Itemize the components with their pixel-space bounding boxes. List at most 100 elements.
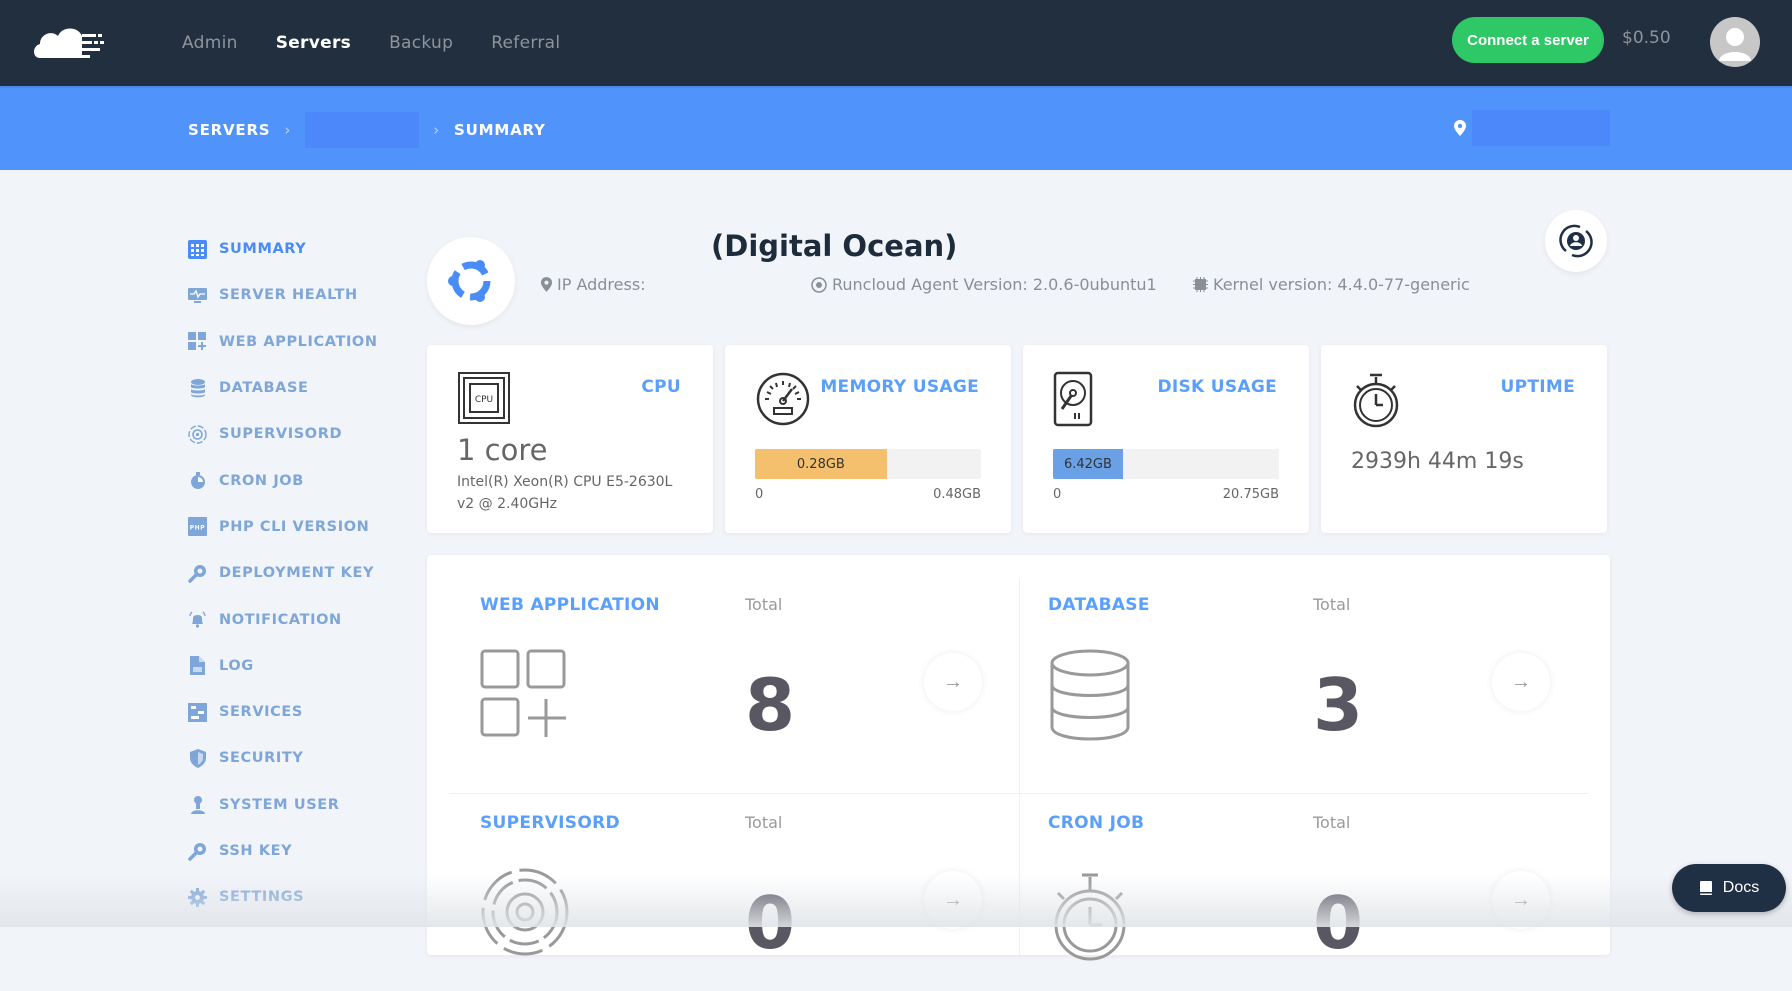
docs-button[interactable]: Docs — [1672, 864, 1786, 912]
sidebar-item-label: LOG — [219, 657, 254, 674]
memory-max: 0.48GB — [933, 487, 981, 502]
web-application-title: WEB APPLICATION — [480, 595, 660, 615]
sidebar-item-label: SUMMARY — [219, 241, 307, 258]
svg-text:PHP: PHP — [190, 525, 206, 532]
connect-server-button[interactable]: Connect a server — [1452, 17, 1604, 63]
sidebar-item-summary[interactable]: SUMMARY — [188, 226, 408, 272]
user-avatar[interactable] — [1710, 17, 1760, 67]
arrow-right-icon: → — [1511, 888, 1531, 911]
main-nav: Admin Servers Backup Referral — [182, 0, 560, 86]
server-summary-main: (Digital Ocean) IP Address: Runcloud Age… — [427, 205, 1610, 965]
database-icon — [1050, 649, 1130, 741]
key-icon — [188, 564, 207, 583]
disk-min: 0 — [1053, 487, 1062, 502]
server-sidebar: SUMMARY SERVER HEALTH WEB APPLICATION DA… — [188, 226, 408, 920]
database-count: 3 — [1313, 663, 1364, 747]
monitor-pulse-icon — [188, 286, 207, 305]
nav-servers[interactable]: Servers — [276, 33, 351, 53]
breadcrumb: SERVERS › › SUMMARY — [188, 88, 546, 172]
location-pin-icon — [541, 277, 552, 292]
breadcrumb-summary: SUMMARY — [454, 121, 546, 139]
sidebar-item-log[interactable]: LOG — [188, 643, 408, 689]
arrow-right-icon: → — [1511, 670, 1531, 693]
disk-usage-bar: 6.42GB — [1053, 449, 1279, 479]
ubuntu-logo — [427, 237, 515, 325]
arrow-right-icon: → — [943, 670, 963, 693]
resource-summary-panel: WEB APPLICATION Total 8 → DATABASE Total… — [427, 555, 1610, 965]
sidebar-item-settings[interactable]: SETTINGS — [188, 874, 408, 920]
server-header: (Digital Ocean) IP Address: Runcloud Age… — [427, 205, 1610, 340]
breadcrumb-separator: › — [284, 121, 292, 139]
gear-icon — [188, 887, 207, 907]
total-label: Total — [1313, 595, 1351, 614]
nav-admin[interactable]: Admin — [182, 33, 238, 53]
sidebar-item-supervisord[interactable]: SUPERVISORD — [188, 411, 408, 457]
arrow-right-icon: → — [943, 888, 963, 911]
sidebar-item-label: DEPLOYMENT KEY — [219, 565, 375, 582]
sidebar-item-security[interactable]: SECURITY — [188, 735, 408, 781]
summary-grid-icon — [188, 239, 207, 259]
location-pin-icon — [1454, 120, 1466, 136]
chip-icon — [1193, 277, 1208, 292]
sidebar-item-server-health[interactable]: SERVER HEALTH — [188, 272, 408, 318]
total-label: Total — [745, 813, 783, 832]
sidebar-item-cron-job[interactable]: CRON JOB — [188, 457, 408, 503]
supervisord-go-button[interactable]: → — [924, 871, 982, 929]
breadcrumb-servers[interactable]: SERVERS — [188, 121, 270, 139]
sidebar-item-label: SSH KEY — [219, 843, 293, 859]
cron-job-go-button[interactable]: → — [1492, 871, 1550, 929]
database-summary: DATABASE Total 3 → — [995, 555, 1563, 773]
gear-ring-icon — [481, 868, 569, 956]
nav-referral[interactable]: Referral — [491, 33, 560, 53]
stat-cards: CPU CPU 1 core Intel(R) Xeon(R) CPU E5-2… — [427, 345, 1607, 533]
supervisord-count: 0 — [745, 881, 796, 965]
sidebar-item-label: SYSTEM USER — [219, 796, 340, 813]
sidebar-item-label: DATABASE — [219, 380, 309, 397]
stopwatch-icon — [188, 471, 207, 490]
runcloud-logo-icon[interactable] — [32, 22, 108, 62]
docs-label: Docs — [1722, 879, 1760, 896]
breadcrumb-server-name-redacted[interactable] — [305, 112, 420, 148]
supervisord-title: SUPERVISORD — [480, 813, 620, 833]
sidebar-item-deployment-key[interactable]: DEPLOYMENT KEY — [188, 550, 408, 596]
sidebar-item-system-user[interactable]: SYSTEM USER — [188, 782, 408, 828]
memory-usage-fill: 0.28GB — [755, 449, 887, 479]
web-application-go-button[interactable]: → — [924, 653, 982, 711]
cpu-title: CPU — [641, 377, 681, 397]
disk-max: 20.75GB — [1222, 487, 1279, 502]
key-icon — [188, 842, 207, 861]
database-go-button[interactable]: → — [1492, 653, 1550, 711]
sidebar-item-database[interactable]: DATABASE — [188, 365, 408, 411]
sidebar-item-php-cli-version[interactable]: PHP PHP CLI VERSION — [188, 504, 408, 550]
refresh-server-button[interactable] — [1545, 210, 1607, 272]
user-icon — [188, 795, 207, 815]
cron-job-summary: CRON JOB Total 0 → — [995, 773, 1563, 991]
sidebar-item-services[interactable]: SERVICES — [188, 689, 408, 735]
sidebar-item-notification[interactable]: NOTIFICATION — [188, 596, 408, 642]
nav-backup[interactable]: Backup — [389, 33, 453, 53]
ip-address: IP Address: — [541, 275, 646, 294]
database-icon — [188, 378, 207, 398]
gear-ring-icon — [188, 425, 207, 444]
cron-job-title: CRON JOB — [1048, 813, 1145, 833]
sidebar-item-label: NOTIFICATION — [219, 611, 342, 628]
hard-drive-icon — [1053, 371, 1093, 427]
sidebar-item-label: WEB APPLICATION — [219, 333, 378, 350]
sidebar-item-web-application[interactable]: WEB APPLICATION — [188, 319, 408, 365]
ubuntu-icon — [448, 260, 491, 302]
disk-card: DISK USAGE 6.42GB 0 20.75GB — [1023, 345, 1309, 533]
sidebar-item-label: SETTINGS — [219, 889, 305, 906]
disk-usage-fill: 6.42GB — [1053, 449, 1123, 479]
database-title: DATABASE — [1048, 595, 1150, 615]
sidebar-item-ssh-key[interactable]: SSH KEY — [188, 828, 408, 874]
cpu-chip-icon: CPU — [458, 372, 510, 424]
uptime-value: 2939h 44m 19s — [1351, 449, 1524, 474]
uptime-title: UPTIME — [1500, 377, 1575, 397]
book-icon — [1699, 881, 1712, 895]
svg-text:CPU: CPU — [475, 395, 493, 405]
uptime-card: UPTIME 2939h 44m 19s — [1321, 345, 1607, 533]
kernel-version-text: Kernel version: 4.4.0-77-generic — [1213, 275, 1470, 294]
kernel-version: Kernel version: 4.4.0-77-generic — [1193, 275, 1470, 294]
record-circle-icon — [811, 276, 827, 293]
account-balance[interactable]: $0.50 — [1622, 28, 1671, 48]
